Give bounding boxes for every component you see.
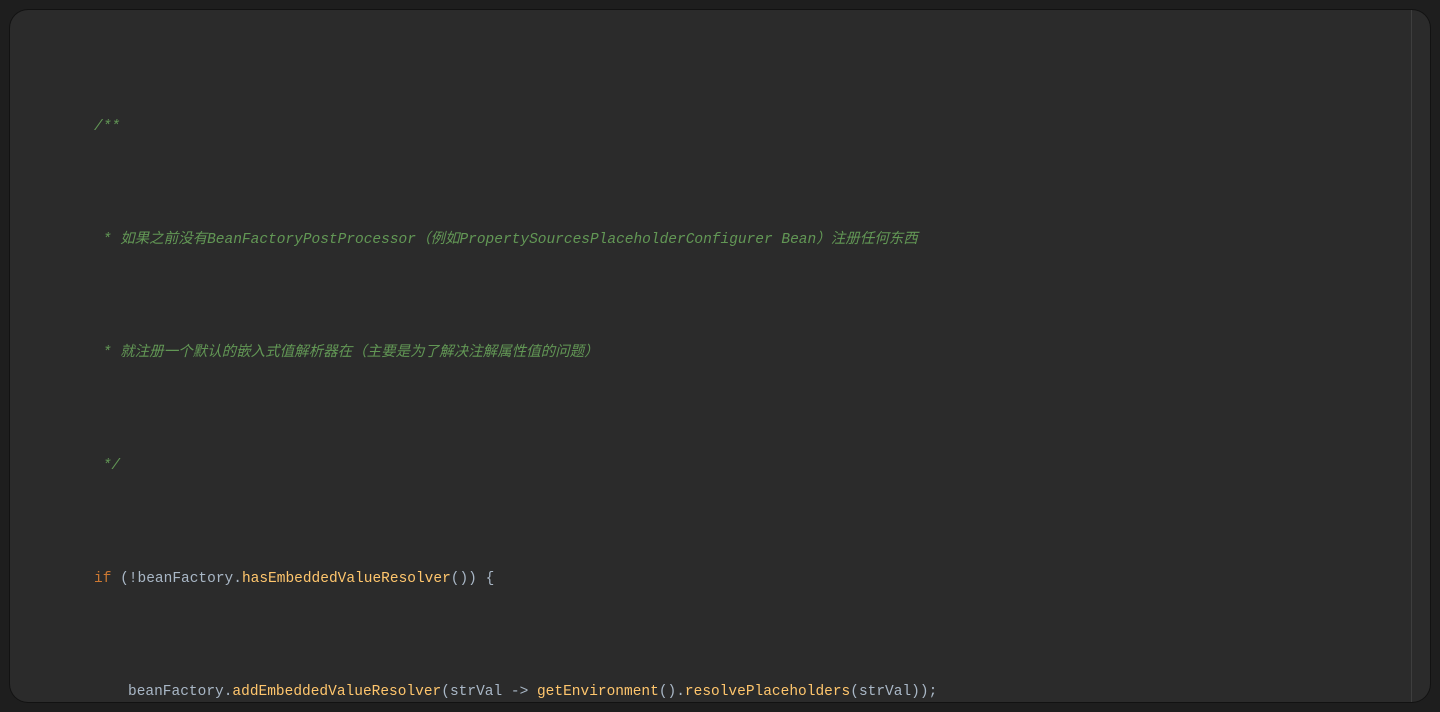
code-editor[interactable]: /** * 如果之前没有BeanFactoryPostProcessor（例如P… [10,10,1430,702]
code-line: * 就注册一个默认的嵌入式值解析器在（主要是为了解决注解属性值的问题） [60,339,1400,367]
doc-comment: * 如果之前没有BeanFactoryPostProcessor（例如Prope… [94,232,918,248]
doc-comment: * 就注册一个默认的嵌入式值解析器在（主要是为了解决注解属性值的问题） [94,345,599,361]
code-line: */ [60,452,1400,480]
code-line: if (!beanFactory.hasEmbeddedValueResolve… [60,565,1400,593]
code-line: beanFactory.addEmbeddedValueResolver(str… [60,678,1400,702]
code-line: * 如果之前没有BeanFactoryPostProcessor（例如Prope… [60,226,1400,254]
keyword-if: if [94,571,111,587]
code-line: /** [60,113,1400,141]
doc-comment: /** [94,119,120,135]
doc-comment: */ [94,458,120,474]
code-area[interactable]: /** * 如果之前没有BeanFactoryPostProcessor（例如P… [10,28,1430,702]
